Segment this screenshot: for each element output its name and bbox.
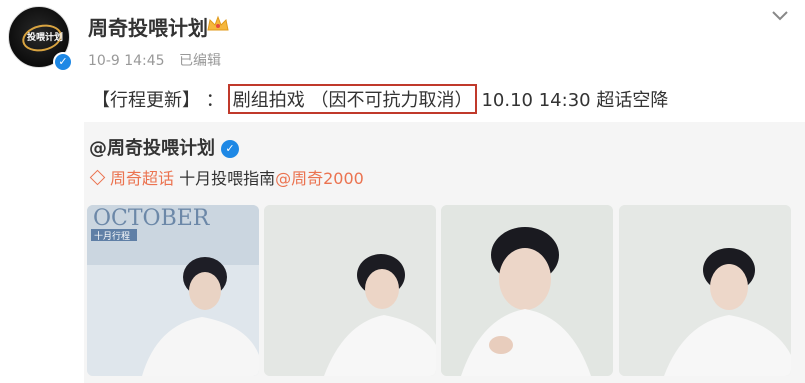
photo-thumbnail-2[interactable] bbox=[264, 205, 436, 376]
repost-text: 周奇超话 十月投喂指南@周奇2000 bbox=[89, 165, 364, 189]
photo-thumbnail-3[interactable] bbox=[441, 205, 613, 376]
photo-2-image bbox=[264, 205, 436, 376]
vip-crown-icon[interactable] bbox=[206, 14, 230, 34]
avatar-logo-text: 投喂计划 bbox=[27, 33, 64, 43]
post-text: 【行程更新】 ：剧组拍戏 （因不可抗力取消） 10.10 14:30 超话空降 bbox=[92, 84, 668, 114]
photo-thumbnail-4[interactable] bbox=[619, 205, 791, 376]
chevron-down-icon[interactable] bbox=[771, 8, 789, 22]
post-suffix: 10.10 14:30 超话空降 bbox=[481, 90, 669, 111]
photo-1-image: OCTOBER 十月行程 bbox=[87, 205, 259, 376]
edited-label[interactable]: 已编辑 bbox=[179, 53, 221, 69]
repost-author: @周奇投喂计划 ✓ bbox=[89, 134, 239, 160]
repost-body: 十月投喂指南 bbox=[179, 169, 276, 188]
verified-badge-icon: ✓ bbox=[53, 52, 73, 72]
highlighted-text: 剧组拍戏 （因不可抗力取消） bbox=[227, 84, 478, 114]
supertopic-diamond-icon bbox=[89, 169, 106, 186]
photo-4-image bbox=[619, 205, 791, 376]
post-prefix: 【行程更新】 ： bbox=[92, 90, 224, 111]
photo-3-image bbox=[441, 205, 613, 376]
post-meta: 10-9 14:45 已编辑 bbox=[88, 50, 221, 70]
username[interactable]: 周奇投喂计划 bbox=[88, 12, 208, 41]
mention-link[interactable]: @周奇2000 bbox=[275, 169, 364, 188]
supertopic-link[interactable]: 周奇超话 bbox=[110, 169, 174, 188]
verified-small-icon: ✓ bbox=[221, 140, 239, 158]
repost-author-name[interactable]: @周奇投喂计划 bbox=[89, 138, 215, 159]
timestamp[interactable]: 10-9 14:45 bbox=[88, 53, 165, 69]
photo-thumbnail-1[interactable]: OCTOBER 十月行程 bbox=[87, 205, 259, 376]
repost-card[interactable]: @周奇投喂计划 ✓ 周奇超话 十月投喂指南@周奇2000 OCTOBER 十月行程 bbox=[84, 122, 805, 383]
photo-1-title: OCTOBER bbox=[93, 206, 211, 231]
photo-1-subtitle: 十月行程 bbox=[94, 230, 130, 242]
